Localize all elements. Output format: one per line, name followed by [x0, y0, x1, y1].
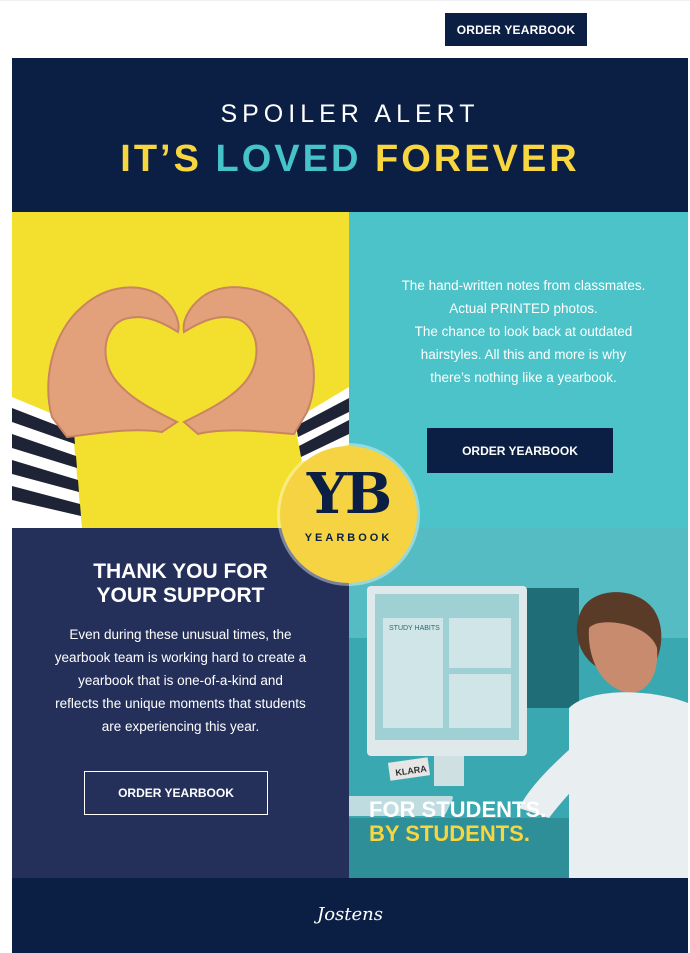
teal-line: The hand-written notes from classmates.	[401, 278, 646, 293]
hero-kicker: SPOILER ALERT	[220, 100, 480, 128]
order-yearbook-button-teal[interactable]: ORDER YEARBOOK	[427, 428, 613, 473]
thank-you-line: Even during these unusual times, the	[69, 627, 292, 642]
teal-paragraph: The hand-written notes from classmates. …	[364, 274, 683, 389]
hero-word-loved: LOVED	[215, 138, 362, 180]
footer: Jostens	[12, 878, 688, 953]
top-bar: ORDER YEARBOOK	[0, 0, 690, 59]
photo-caption: FOR STUDENTS. BY STUDENTS.	[369, 798, 546, 846]
yearbook-badge: YB YEARBOOK	[280, 446, 417, 583]
thank-you-line: reflects the unique moments that student…	[55, 696, 306, 711]
caption-by-students: BY STUDENTS.	[369, 821, 530, 846]
student-photo: STUDY HABITS KLARA FOR STUDENTS. BY STUD…	[349, 528, 688, 878]
order-yearbook-button-top[interactable]: ORDER YEARBOOK	[445, 13, 587, 46]
thank-you-body: Even during these unusual times, the yea…	[22, 623, 339, 738]
hero-word-forever: FOREVER	[375, 138, 580, 180]
thank-you-line: yearbook team is working hard to create …	[54, 650, 307, 665]
thank-you-line: yearbook that is one-of-a-kind and	[78, 673, 283, 688]
hero-banner: SPOILER ALERT IT’S LOVED FOREVER	[12, 58, 688, 212]
jostens-logo[interactable]: Jostens	[12, 904, 688, 925]
thank-you-panel: THANK YOU FOR YOUR SUPPORT Even during t…	[12, 528, 349, 878]
hero-headline: IT’S LOVED FOREVER	[12, 138, 688, 181]
thank-you-title-line: THANK YOU FOR	[93, 560, 268, 583]
thank-you-line: are experiencing this year.	[101, 719, 260, 734]
teal-line: Actual PRINTED photos.	[449, 301, 598, 316]
imac-monitor: STUDY HABITS	[367, 586, 527, 786]
caption-for-students: FOR STUDENTS.	[369, 797, 547, 822]
hero-word-its: IT’S	[120, 138, 202, 180]
hands	[47, 286, 315, 439]
thank-you-title-line: YOUR SUPPORT	[96, 584, 265, 607]
order-yearbook-button-outline[interactable]: ORDER YEARBOOK	[84, 771, 268, 815]
teal-line: The chance to look back at outdated	[414, 324, 633, 339]
badge-letters: YB	[306, 461, 392, 527]
badge-word: YEARBOOK	[304, 532, 393, 544]
thank-you-title: THANK YOU FOR YOUR SUPPORT	[12, 560, 349, 608]
teal-line: hairstyles. All this and more is why	[420, 347, 627, 362]
teal-line: there’s nothing like a yearbook.	[430, 370, 617, 385]
screen-text: STUDY HABITS	[389, 625, 440, 632]
